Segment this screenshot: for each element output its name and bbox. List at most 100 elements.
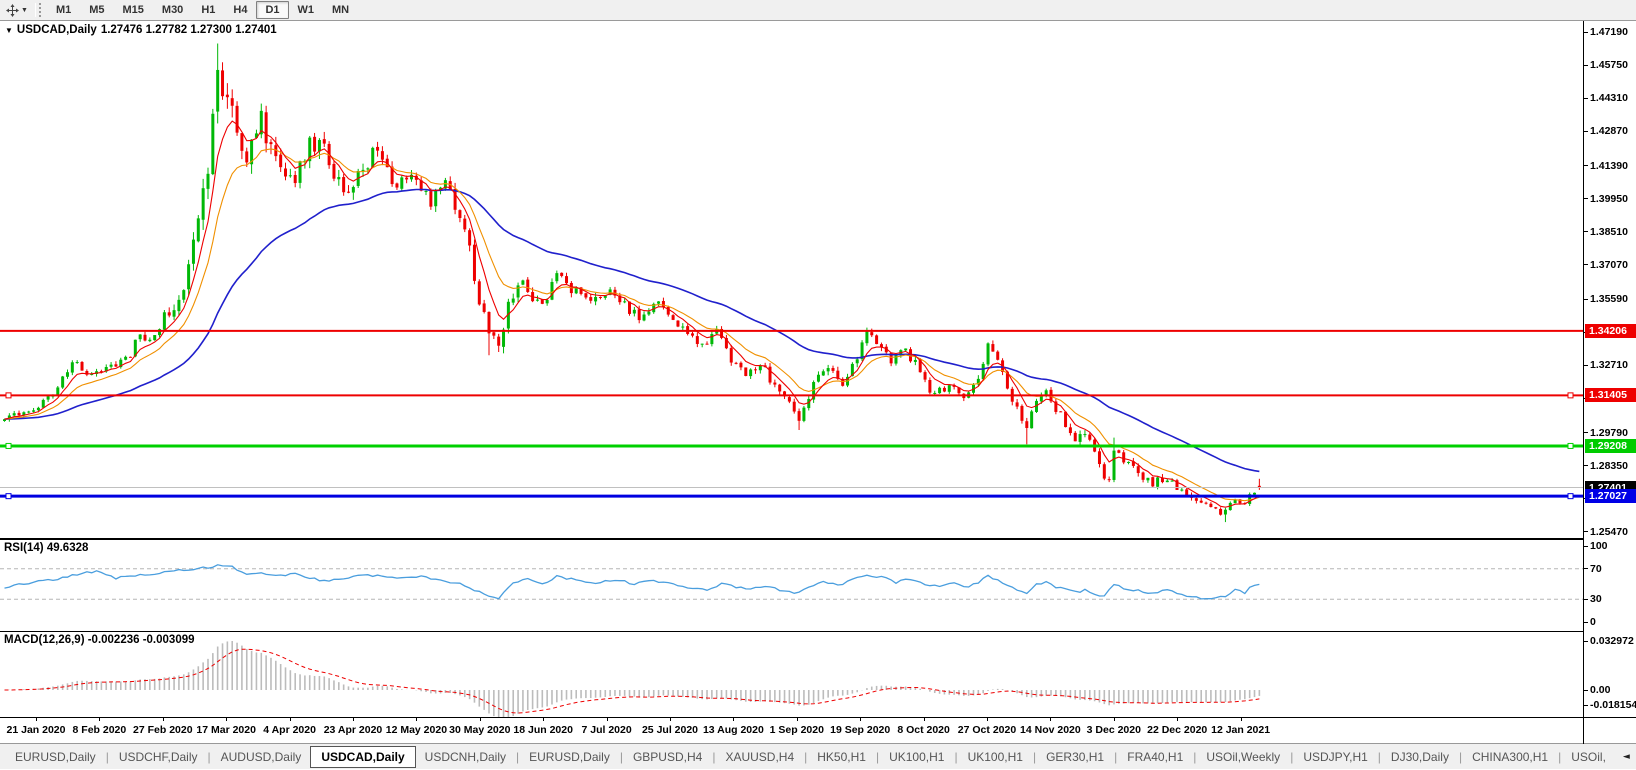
- axis-tick: [1584, 165, 1588, 167]
- time-tick: [36, 718, 37, 721]
- toolbar-grip[interactable]: [34, 3, 41, 17]
- axis-tick: [1584, 31, 1588, 33]
- time-tick: [99, 718, 101, 721]
- timeframe-button-h4[interactable]: H4: [224, 1, 256, 19]
- tab-usdjpy-h1[interactable]: USDJPY,H1: [1294, 746, 1376, 768]
- axis-tick-label: 70: [1590, 562, 1602, 575]
- tab-uk100-h1[interactable]: UK100,H1: [959, 746, 1032, 768]
- chart-symbol-label: USDCAD,Daily: [16, 24, 97, 36]
- chart-tab-bar: EURUSD,Daily | USDCHF,Daily | AUDUSD,Daily US…: [0, 743, 1636, 769]
- timeframe-toolbar: ▼ M1 M5 M15 M30 H1 H4 D1 W1 MN: [0, 0, 1636, 21]
- time-tick: [543, 718, 545, 721]
- tab-gbpusd-h4[interactable]: GBPUSD,H4: [624, 746, 711, 768]
- timeframe-button-mn[interactable]: MN: [323, 1, 358, 19]
- time-tick: [1240, 718, 1242, 721]
- axis-tick: [1584, 97, 1588, 99]
- axis-tick-label: 1.38510: [1590, 225, 1628, 238]
- time-tick: [860, 718, 862, 721]
- axis-tick-label: 1.25470: [1590, 525, 1628, 538]
- chart-ohlc-values: 1.27476 1.27782 1.27300 1.27401: [100, 24, 277, 36]
- chart-context-caret-icon[interactable]: ▼: [5, 26, 13, 35]
- tab-china300-h1[interactable]: CHINA300,H1: [1463, 746, 1557, 768]
- tab-ger30-h1[interactable]: GER30,H1: [1037, 746, 1113, 768]
- tab-usdchf-daily[interactable]: USDCHF,Daily: [110, 746, 207, 768]
- axis-tick: [1584, 231, 1588, 233]
- axis-tick-label: 30: [1590, 593, 1602, 606]
- axis-tick-label: 1.28350: [1590, 459, 1628, 472]
- time-tick: [162, 718, 164, 721]
- time-axis[interactable]: 21 Jan 2020 8 Feb 2020 27 Feb 2020 17 Mar 2…: [0, 717, 1636, 744]
- tab-hk50-h1[interactable]: HK50,H1: [808, 746, 875, 768]
- tab-usoil-[interactable]: USOil,: [1562, 746, 1615, 768]
- axis-tick-label: 1.47190: [1590, 26, 1628, 38]
- macd-histogram: [8, 641, 1261, 717]
- time-tick: [1113, 718, 1115, 721]
- axis-tick-label: 100: [1590, 540, 1608, 552]
- time-tick: [606, 718, 608, 721]
- axis-tick-label: 0.00: [1590, 684, 1611, 696]
- horizontal-level-lines[interactable]: [0, 329, 1583, 500]
- axis-tick-label: 0.032972: [1590, 635, 1634, 647]
- cursor-tool-button[interactable]: ▼: [3, 3, 31, 18]
- price-level-badge: 1.31405: [1585, 388, 1636, 403]
- axis-tick-label: 1.29790: [1590, 426, 1628, 439]
- tab-usoil-weekly[interactable]: USOil,Weekly: [1197, 746, 1289, 768]
- tab-usdcad-daily[interactable]: USDCAD,Daily: [310, 745, 416, 768]
- time-tick: [226, 718, 228, 721]
- axis-tick: [1584, 689, 1588, 691]
- time-tick: [987, 718, 988, 721]
- axis-tick: [1584, 531, 1588, 533]
- timeframe-button-w1[interactable]: W1: [289, 1, 324, 19]
- timeframe-button-h1[interactable]: H1: [192, 1, 224, 19]
- axis-tick: [1584, 545, 1588, 547]
- timeframe-button-m30[interactable]: M30: [153, 1, 192, 19]
- tab-eurusd-daily[interactable]: EURUSD,Daily: [520, 746, 619, 768]
- price-level-badge: 1.29208: [1585, 438, 1636, 453]
- tab-xauusd-h4[interactable]: XAUUSD,H4: [716, 746, 803, 768]
- price-chart-canvas[interactable]: [0, 21, 1583, 539]
- tab-eurusd-daily[interactable]: EURUSD,Daily: [6, 746, 105, 768]
- time-tick: [796, 718, 798, 721]
- chevron-down-icon: ▼: [21, 6, 28, 14]
- tab-dj30-daily[interactable]: DJ30,Daily: [1382, 746, 1458, 768]
- timeframe-button-d1[interactable]: D1: [256, 1, 289, 19]
- axis-tick-label: 1.45750: [1590, 59, 1628, 72]
- time-tick: [670, 718, 671, 721]
- tab-scroll-left-icon[interactable]: ◄: [1623, 752, 1630, 762]
- crosshair-cursor-icon: [6, 3, 19, 17]
- axis-tick: [1584, 432, 1588, 434]
- rsi-line: [4, 564, 1260, 600]
- tab-audusd-daily[interactable]: AUDUSD,Daily: [212, 746, 311, 768]
- axis-tick-label: 1.44310: [1590, 92, 1628, 105]
- time-tick: [1177, 718, 1179, 721]
- rsi-indicator-canvas[interactable]: [0, 539, 1583, 631]
- timeframe-button-m15[interactable]: M15: [114, 1, 153, 19]
- timeframe-button-m1[interactable]: M1: [47, 1, 80, 19]
- time-tick: [479, 718, 481, 721]
- tab-uk100-h1[interactable]: UK100,H1: [880, 746, 953, 768]
- tab-usdcnh-daily[interactable]: USDCNH,Daily: [416, 746, 515, 768]
- chart-title: ▼ USDCAD,Daily 1.27476 1.27782 1.27300 1…: [4, 24, 277, 36]
- axis-tick: [1584, 264, 1588, 266]
- axis-tick-label: 0: [1590, 616, 1596, 628]
- time-tick-label[interactable]: 12 Jan 2021: [1196, 724, 1286, 736]
- axis-tick: [1584, 465, 1588, 467]
- price-level-badge: 1.34206: [1585, 323, 1636, 338]
- axis-tick: [1584, 621, 1588, 623]
- timeframe-button-m5[interactable]: M5: [80, 1, 113, 19]
- tab-fra40-h1[interactable]: FRA40,H1: [1118, 746, 1192, 768]
- macd-indicator-canvas[interactable]: [0, 631, 1583, 717]
- time-tick: [1050, 718, 1052, 721]
- axis-tick: [1584, 198, 1588, 200]
- axis-tick: [1584, 64, 1588, 66]
- moving-average-lines: [4, 120, 1260, 508]
- axis-tick: [1584, 598, 1588, 600]
- price-level-badge: 1.27027: [1585, 489, 1636, 504]
- axis-tick: [1584, 364, 1588, 366]
- chart-window: ▼ USDCAD,Daily 1.27476 1.27782 1.27300 1…: [0, 21, 1636, 717]
- price-axis[interactable]: 1.47190 1.45750 1.44310 1.42870 1.41390 1.399…: [1583, 21, 1636, 717]
- axis-tick-label: 1.37070: [1590, 258, 1628, 271]
- rsi-label: RSI(14) 49.6328: [4, 542, 89, 554]
- axis-tick: [1584, 298, 1588, 300]
- axis-tick: [1584, 568, 1588, 570]
